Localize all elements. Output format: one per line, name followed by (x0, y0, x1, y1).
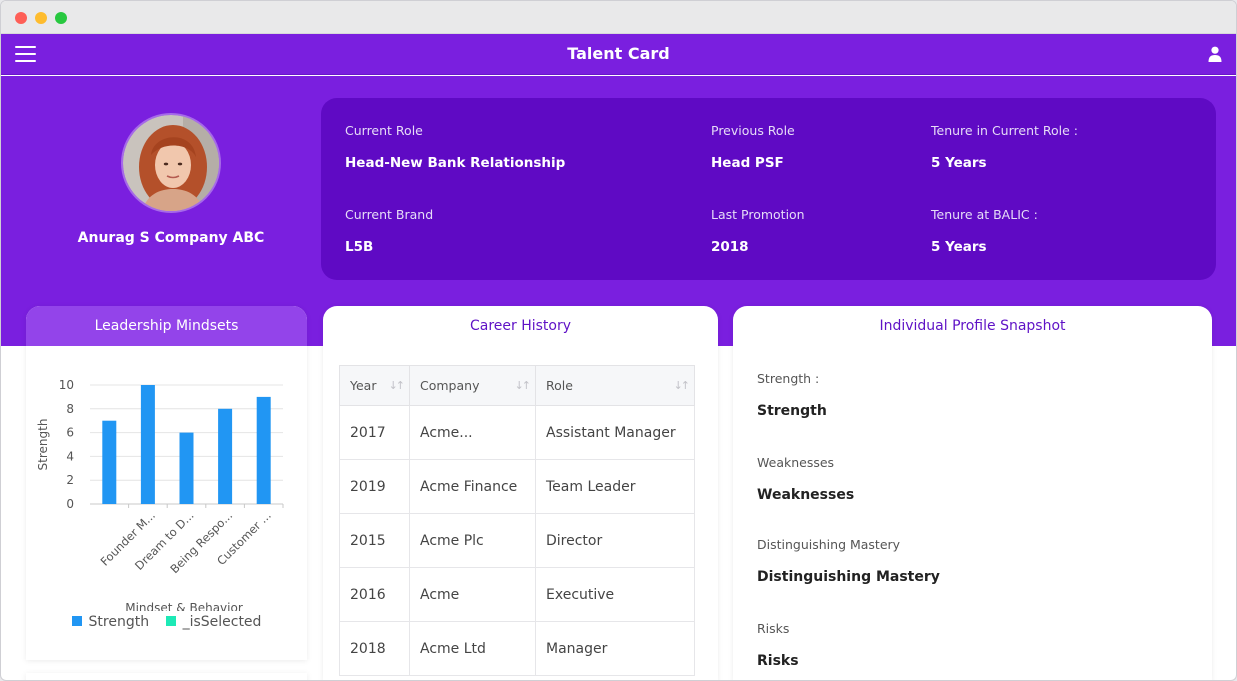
career-history-table: Year ↓↑ Company ↓↑ Role ↓↑ 2017 Acme... Assis… (339, 365, 695, 676)
cell-company: Acme... (409, 405, 536, 460)
current-role-value: Head-New Bank Relationship (345, 155, 566, 171)
cell-role: Director (535, 513, 695, 568)
y-axis-label: Strength (36, 419, 50, 471)
legend-swatch (165, 616, 176, 626)
distinguishing-mastery-label: Distinguishing Mastery (757, 537, 901, 552)
previous-role-label: Previous Role (711, 123, 795, 138)
cell-year: 2015 (339, 513, 410, 568)
table-row[interactable]: 2018 Acme Ltd Manager (339, 621, 695, 676)
chart-bar (218, 408, 233, 504)
tenure-balic-label: Tenure at BALIC : (931, 207, 1038, 222)
cell-role: Team Leader (535, 459, 695, 514)
chart-bar (140, 385, 155, 504)
mindset-bar-chart: 0246810Founder M...Dream to D...Being Re… (36, 378, 284, 611)
maximize-window-button[interactable] (55, 12, 67, 24)
table-row[interactable]: 2015 Acme Plc Director (339, 513, 695, 568)
cell-role: Executive (535, 567, 695, 622)
y-tick-label: 4 (66, 449, 74, 463)
next-card-stub (26, 673, 307, 680)
sort-icon[interactable]: ↓↑ (674, 379, 691, 392)
profile-snapshot-title: Individual Profile Snapshot (879, 318, 1066, 334)
column-header-company[interactable]: Company ↓↑ (409, 365, 536, 406)
cell-role: Manager (535, 621, 695, 676)
cell-company: Acme Finance (409, 459, 536, 514)
legend-item-strength[interactable]: Strength (71, 614, 150, 630)
avatar (121, 113, 221, 213)
column-header-role[interactable]: Role ↓↑ (535, 365, 695, 406)
current-role-label: Current Role (345, 123, 423, 138)
current-brand-label: Current Brand (345, 207, 434, 222)
risks-value: Risks (757, 653, 799, 669)
legend-swatch (71, 616, 82, 626)
cell-year: 2018 (339, 621, 410, 676)
weaknesses-value: Weaknesses (757, 487, 855, 503)
distinguishing-mastery-value: Distinguishing Mastery (757, 569, 940, 585)
y-tick-label: 0 (66, 497, 74, 511)
strength-label: Strength : (757, 371, 820, 386)
minimize-window-button[interactable] (35, 12, 47, 24)
last-promotion-label: Last Promotion (711, 207, 805, 222)
chart-bar (256, 396, 271, 504)
role-info-card: Current Role Head-New Bank Relationship … (321, 98, 1216, 280)
current-brand-value: L5B (345, 239, 374, 255)
cell-company: Acme (409, 567, 536, 622)
app-window: Talent Card Anurag S Company ABC Current… (0, 0, 1237, 681)
user-icon[interactable] (1208, 46, 1222, 62)
leadership-mindsets-panel: Leadership Mindsets 0 2 4 6 8 10 Founder M... D… (26, 306, 307, 660)
chart-legend: Strength _isSelected (26, 614, 307, 630)
table-row[interactable]: 2017 Acme... Assistant Manager (339, 405, 695, 460)
previous-role-value: Head PSF (711, 155, 784, 171)
strength-value: Strength (757, 403, 827, 419)
close-window-button[interactable] (15, 12, 27, 24)
last-promotion-value: 2018 (711, 239, 749, 255)
cell-year: 2016 (339, 567, 410, 622)
legend-item-isselected[interactable]: _isSelected (165, 614, 262, 630)
table-row[interactable]: 2019 Acme Finance Team Leader (339, 459, 695, 514)
cell-company: Acme Ltd (409, 621, 536, 676)
chart-bar (179, 432, 194, 504)
y-tick-label: 2 (66, 473, 74, 487)
chart-bar (102, 420, 117, 504)
career-history-title: Career History (469, 318, 572, 334)
leadership-mindsets-title: Leadership Mindsets (26, 306, 307, 346)
cell-role: Assistant Manager (535, 405, 695, 460)
column-header-year[interactable]: Year ↓↑ (339, 365, 410, 406)
weaknesses-label: Weaknesses (757, 455, 835, 470)
y-tick-label: 6 (66, 426, 74, 440)
window-titlebar (1, 1, 1236, 34)
tenure-current-role-value: 5 Years (931, 155, 987, 171)
y-tick-label: 8 (66, 402, 74, 416)
cell-company: Acme Plc (409, 513, 536, 568)
risks-label: Risks (757, 621, 790, 636)
cell-year: 2017 (339, 405, 410, 460)
tenure-current-role-label: Tenure in Current Role : (931, 123, 1078, 138)
sort-icon[interactable]: ↓↑ (515, 379, 532, 392)
page-title: Talent Card (567, 44, 670, 63)
x-axis-label: Mindset & Behavior (125, 601, 243, 611)
tenure-balic-value: 5 Years (931, 239, 987, 255)
sort-icon[interactable]: ↓↑ (389, 379, 406, 392)
legend-label: _isSelected (182, 614, 262, 630)
career-history-panel: Career History Year ↓↑ Company ↓↑ Role ↓↑ 2… (323, 306, 718, 680)
cell-year: 2019 (339, 459, 410, 514)
profile-snapshot-panel: Individual Profile Snapshot Strength : S… (733, 306, 1212, 680)
y-tick-label: 10 (59, 378, 74, 392)
table-row[interactable]: 2016 Acme Executive (339, 567, 695, 622)
legend-label: Strength (88, 614, 150, 630)
employee-name: Anurag S Company ABC (77, 230, 265, 246)
app-bar: Talent Card (1, 34, 1236, 75)
